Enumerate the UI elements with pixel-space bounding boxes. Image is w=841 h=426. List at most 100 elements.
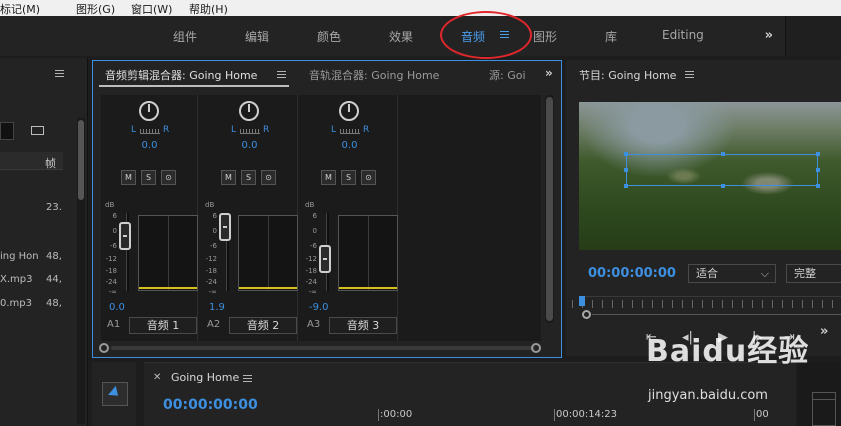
- play-icon[interactable]: ▶: [718, 330, 728, 345]
- pan-value[interactable]: 0.0: [201, 140, 298, 151]
- scale-tick: -24: [305, 278, 317, 286]
- zoom-bar[interactable]: [592, 314, 841, 315]
- pan-knob[interactable]: [239, 101, 259, 121]
- track-name[interactable]: 音频 1: [129, 317, 197, 334]
- workspace-libraries[interactable]: 库: [605, 28, 617, 45]
- menu-graphics[interactable]: 图形(G): [76, 1, 115, 17]
- highlight-circle: [440, 11, 532, 59]
- mute-button[interactable]: M: [221, 170, 236, 185]
- program-timecode[interactable]: 00:00:00:00: [588, 266, 676, 281]
- transport-controls: ⇤ ◂| ▶ |▸ ⇥: [646, 330, 836, 350]
- playhead[interactable]: [579, 296, 585, 306]
- scale-tick: -18: [305, 267, 317, 275]
- step-back-icon[interactable]: ◂|: [682, 330, 693, 345]
- scale-tick: 6: [212, 212, 217, 220]
- volume-fader-handle[interactable]: [319, 245, 331, 273]
- menu-window[interactable]: 窗口(W): [131, 1, 172, 17]
- panel-menu-icon[interactable]: [55, 70, 64, 79]
- workspace-editing[interactable]: 编辑: [245, 28, 269, 45]
- volume-fader-handle[interactable]: [219, 213, 231, 241]
- level-meter: [338, 215, 398, 291]
- pan-value[interactable]: 0.0: [301, 140, 398, 151]
- workspace-effects[interactable]: 效果: [389, 28, 413, 45]
- menu-marker[interactable]: 标记(M): [0, 1, 40, 17]
- mute-button[interactable]: M: [321, 170, 336, 185]
- track-name[interactable]: 音频 3: [329, 317, 397, 334]
- workspace-assembly[interactable]: 组件: [173, 28, 197, 45]
- mixer-vertical-scrollbar-thumb[interactable]: [546, 97, 553, 321]
- list-item[interactable]: 0.mp3: [0, 298, 32, 309]
- workspace-graphics[interactable]: 图形: [533, 28, 557, 45]
- list-item[interactable]: ing Hon: [0, 251, 39, 262]
- scale-tick: 0: [312, 227, 317, 235]
- channel-buttons: M S ⊙: [121, 170, 179, 185]
- timeline-timecode[interactable]: 00:00:00:00: [163, 397, 258, 413]
- workspace-editing-alt[interactable]: Editing: [662, 28, 704, 42]
- volume-value[interactable]: -9.0: [309, 302, 329, 313]
- zoom-select[interactable]: 适合 ⌵: [688, 264, 776, 283]
- list-item[interactable]: X.mp3: [0, 274, 32, 285]
- channel-id: A3: [307, 319, 321, 330]
- project-scrollbar-thumb[interactable]: [78, 120, 84, 200]
- solo-button[interactable]: S: [141, 170, 156, 185]
- channel-strip-a2: L R 0.0 M S ⊙ dB 6 0 -6 -12 -18 -24 -∞ 1…: [201, 95, 298, 341]
- zoom-handle[interactable]: [582, 310, 591, 319]
- record-button[interactable]: ⊙: [361, 170, 376, 185]
- workspace-color[interactable]: 颜色: [317, 28, 341, 45]
- pan-left-label: L: [331, 125, 337, 135]
- timeline-menu-icon[interactable]: [243, 375, 252, 384]
- list-item-rate: 48,: [46, 251, 62, 262]
- track-name[interactable]: 音频 2: [229, 317, 297, 334]
- timeline-title[interactable]: Going Home: [171, 371, 239, 384]
- zoom-select-value: 适合: [696, 267, 718, 280]
- pan-knob[interactable]: [339, 101, 359, 121]
- search-input[interactable]: [0, 122, 14, 140]
- ruler-mark: :00:00: [380, 409, 413, 420]
- find-icon[interactable]: [31, 126, 44, 135]
- selection-tool-icon[interactable]: [102, 382, 128, 406]
- workspace-bar: 组件 编辑 颜色 效果 音频 图形 库 Editing »: [0, 16, 841, 56]
- step-forward-icon[interactable]: |▸: [752, 330, 763, 345]
- quality-select[interactable]: 完整: [786, 264, 841, 283]
- selection-box[interactable]: [624, 152, 820, 188]
- mute-button[interactable]: M: [121, 170, 136, 185]
- mixer-horizontal-scrollbar[interactable]: [99, 341, 549, 353]
- go-to-in-icon[interactable]: ⇤: [646, 330, 657, 345]
- scroll-end-handle[interactable]: [531, 343, 541, 353]
- pan-value[interactable]: 0.0: [101, 140, 198, 151]
- frame-rate-header[interactable]: 帧: [45, 155, 56, 171]
- pan-right-label: R: [163, 125, 170, 135]
- scroll-track[interactable]: [111, 346, 535, 350]
- menu-help[interactable]: 帮助(H): [189, 1, 228, 17]
- timeline-panel: ✕ Going Home 00:00:00:00 :00:00 00:00:14…: [144, 362, 796, 426]
- scale-tick: -∞: [208, 288, 217, 296]
- tab-audio-clip-mixer[interactable]: 音频剪辑混合器: Going Home: [105, 67, 257, 83]
- scroll-start-handle[interactable]: [99, 343, 109, 353]
- close-icon[interactable]: ✕: [153, 372, 161, 383]
- record-button[interactable]: ⊙: [161, 170, 176, 185]
- record-button[interactable]: ⊙: [261, 170, 276, 185]
- quality-select-value: 完整: [794, 267, 816, 280]
- solo-button[interactable]: S: [241, 170, 256, 185]
- scale-tick: -∞: [308, 288, 317, 296]
- workspace-overflow-icon[interactable]: »: [765, 28, 773, 43]
- volume-fader-handle[interactable]: [119, 222, 131, 250]
- tab-source[interactable]: 源: Goi: [489, 67, 526, 83]
- volume-value[interactable]: 1.9: [209, 302, 225, 313]
- solo-button[interactable]: S: [341, 170, 356, 185]
- go-to-out-icon[interactable]: ⇥: [784, 330, 795, 345]
- video-frame[interactable]: [579, 102, 841, 250]
- pan-right-label: R: [363, 125, 370, 135]
- scale-tick: -12: [305, 255, 317, 263]
- program-title[interactable]: 节目: Going Home: [579, 67, 676, 83]
- volume-value[interactable]: 0.0: [109, 302, 125, 313]
- tab-menu-icon[interactable]: [277, 71, 286, 80]
- pan-knob[interactable]: [139, 101, 159, 121]
- ruler-mark: 00: [756, 409, 769, 420]
- db-label: dB: [305, 201, 315, 209]
- scale-tick: 0: [212, 227, 217, 235]
- tab-audio-track-mixer[interactable]: 音轨混合器: Going Home: [309, 67, 439, 83]
- scale-tick: -24: [205, 278, 217, 286]
- transport-overflow-icon[interactable]: »: [820, 324, 828, 339]
- program-menu-icon[interactable]: [685, 71, 694, 80]
